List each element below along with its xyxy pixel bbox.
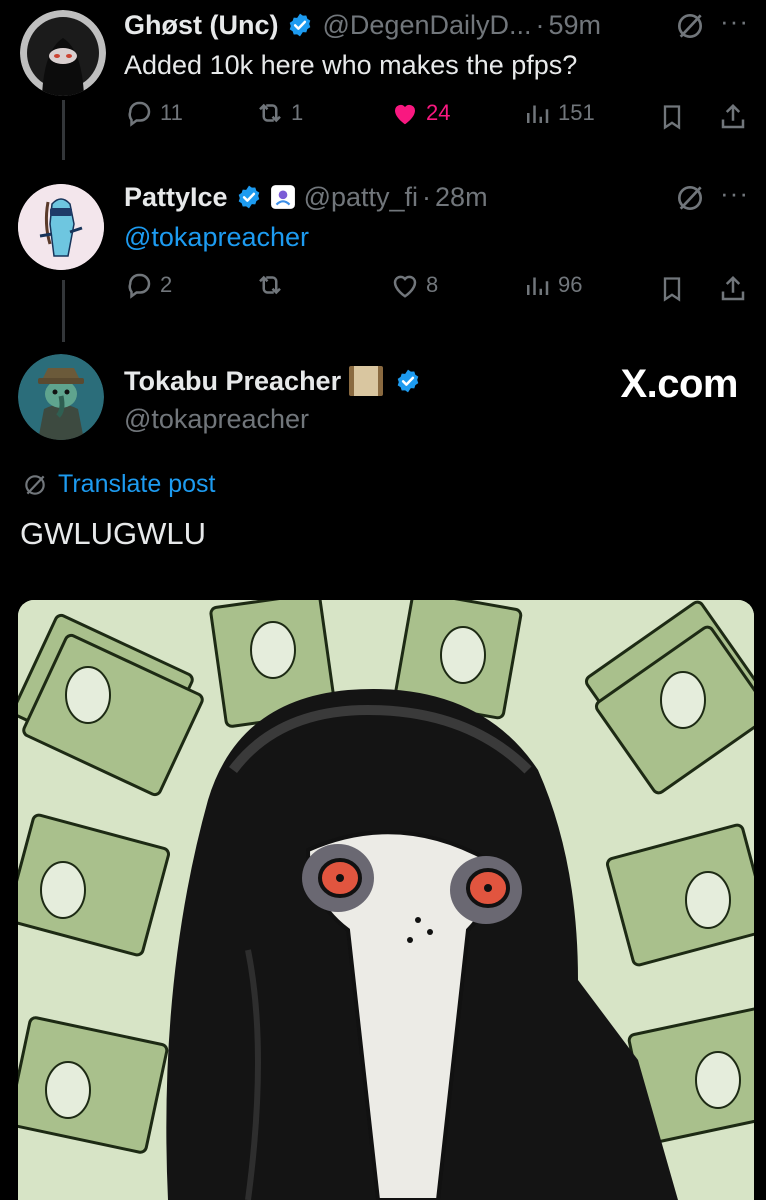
views-icon	[527, 277, 549, 295]
repost-count: 1	[291, 100, 304, 125]
reply-button[interactable]: 2	[124, 270, 172, 300]
reply-button[interactable]: 11	[124, 98, 183, 128]
views-button[interactable]: 96	[522, 270, 582, 300]
bookmark-icon[interactable]	[658, 274, 686, 304]
views-count: 96	[558, 272, 583, 297]
repost-button[interactable]	[255, 270, 291, 300]
like-button[interactable]: 24	[390, 98, 450, 128]
avatar[interactable]	[20, 10, 106, 96]
grok-icon[interactable]	[674, 10, 706, 42]
verified-badge-icon	[289, 13, 310, 37]
plague-doctor-artwork	[18, 600, 754, 1200]
reply-icon	[128, 273, 151, 299]
author-name[interactable]: Ghøst (Unc)	[124, 10, 279, 41]
bookmark-icon[interactable]	[658, 102, 686, 132]
author-handle[interactable]: @tokapreacher	[124, 404, 309, 435]
author-name[interactable]: Tokabu Preacher	[124, 366, 341, 397]
post-text: GWLUGWLU	[20, 516, 206, 551]
translate-post-link[interactable]: Translate post	[22, 470, 215, 499]
like-count: 24	[426, 100, 451, 125]
views-icon	[527, 105, 549, 123]
translate-label: Translate post	[58, 470, 216, 498]
views-count: 151	[558, 100, 595, 125]
author-handle[interactable]: @DegenDailyD...	[323, 10, 532, 41]
share-icon[interactable]	[718, 102, 748, 132]
scroll-emoji	[349, 366, 384, 396]
like-button[interactable]: 8	[390, 270, 438, 300]
heart-icon	[395, 104, 415, 125]
verified-badge-icon	[397, 369, 419, 393]
tweet-text[interactable]: @tokapreacher	[124, 222, 309, 253]
verified-badge-icon	[238, 185, 259, 209]
timestamp[interactable]: 59m	[549, 10, 602, 41]
author-name[interactable]: PattyIce	[124, 182, 228, 213]
heart-icon	[393, 275, 417, 298]
separator-dot: ·	[422, 181, 432, 212]
tweet-text: Added 10k here who makes the pfps?	[124, 50, 578, 80]
translate-icon	[25, 474, 45, 495]
share-icon[interactable]	[718, 274, 748, 304]
brand-watermark: X.com	[620, 362, 738, 406]
avatar[interactable]	[18, 354, 104, 440]
reply-icon	[128, 101, 151, 127]
reply-count: 2	[160, 272, 173, 297]
repost-icon	[259, 103, 281, 123]
rocket-badge-icon	[270, 185, 295, 209]
separator-dot: ·	[535, 9, 545, 40]
like-count: 8	[426, 272, 439, 297]
grok-icon[interactable]	[674, 182, 706, 214]
timestamp[interactable]: 28m	[435, 182, 488, 213]
more-icon[interactable]: ···	[720, 6, 749, 37]
more-icon[interactable]: ···	[720, 178, 749, 209]
post-image[interactable]	[18, 600, 754, 1200]
reply-count: 11	[160, 100, 183, 125]
repost-button[interactable]: 1	[255, 98, 303, 128]
views-button[interactable]: 151	[522, 98, 595, 128]
avatar[interactable]	[18, 184, 104, 270]
author-handle[interactable]: @patty_fi	[304, 182, 418, 213]
repost-icon	[259, 275, 281, 295]
